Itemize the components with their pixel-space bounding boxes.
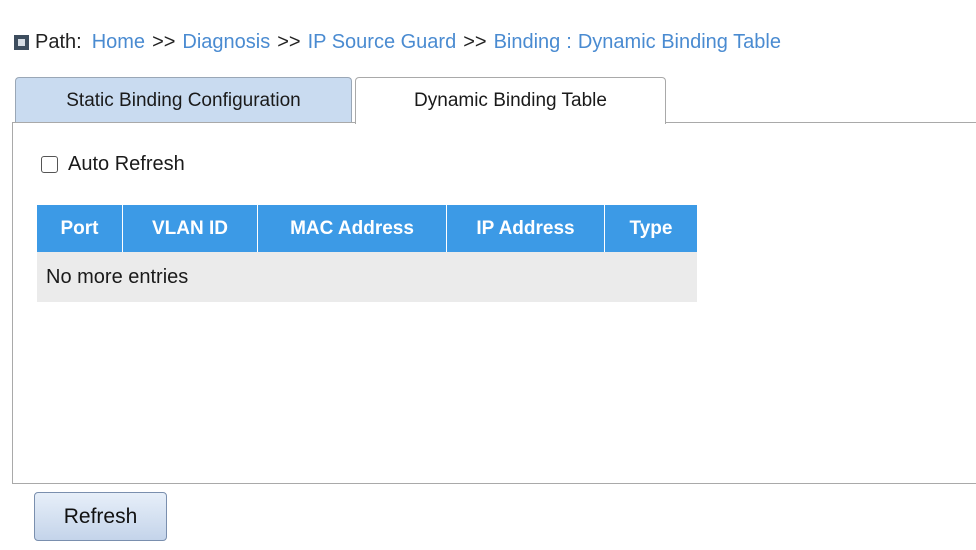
column-header-port: Port xyxy=(37,205,123,252)
square-bullet-icon xyxy=(14,34,29,50)
auto-refresh-toggle[interactable]: Auto Refresh xyxy=(41,153,185,176)
crumb-colon: : xyxy=(566,30,572,53)
crumb-separator: >> xyxy=(463,30,487,53)
auto-refresh-label: Auto Refresh xyxy=(68,153,185,175)
crumb-binding[interactable]: Binding xyxy=(494,31,561,54)
tab-label: Dynamic Binding Table xyxy=(414,90,607,111)
tab-dynamic-binding-table[interactable]: Dynamic Binding Table xyxy=(355,77,666,124)
crumb-separator: >> xyxy=(152,30,176,53)
path-label: Path: xyxy=(35,30,82,53)
empty-table-message: No more entries xyxy=(37,252,697,302)
column-header-mac-address: MAC Address xyxy=(258,205,447,252)
table-header: Port VLAN ID MAC Address IP Address Type xyxy=(37,205,697,252)
tab-content-panel xyxy=(12,122,976,484)
tab-label: Static Binding Configuration xyxy=(66,89,301,111)
column-header-vlan-id: VLAN ID xyxy=(123,205,258,252)
refresh-button[interactable]: Refresh xyxy=(34,492,167,541)
breadcrumb: Path: Home >> Diagnosis >> IP Source Gua… xyxy=(14,27,781,57)
crumb-separator: >> xyxy=(277,30,301,53)
column-header-ip-address: IP Address xyxy=(447,205,605,252)
page: Path: Home >> Diagnosis >> IP Source Gua… xyxy=(0,0,976,550)
auto-refresh-checkbox[interactable] xyxy=(41,156,58,173)
column-header-type: Type xyxy=(629,217,673,239)
dynamic-binding-table: Port VLAN ID MAC Address IP Address Type… xyxy=(37,205,697,302)
tab-static-binding-configuration[interactable]: Static Binding Configuration xyxy=(15,77,352,123)
crumb-diagnosis[interactable]: Diagnosis xyxy=(182,31,270,54)
crumb-home[interactable]: Home xyxy=(92,31,145,54)
crumb-ip-source-guard[interactable]: IP Source Guard xyxy=(308,31,457,54)
crumb-current-page: Dynamic Binding Table xyxy=(577,30,781,53)
